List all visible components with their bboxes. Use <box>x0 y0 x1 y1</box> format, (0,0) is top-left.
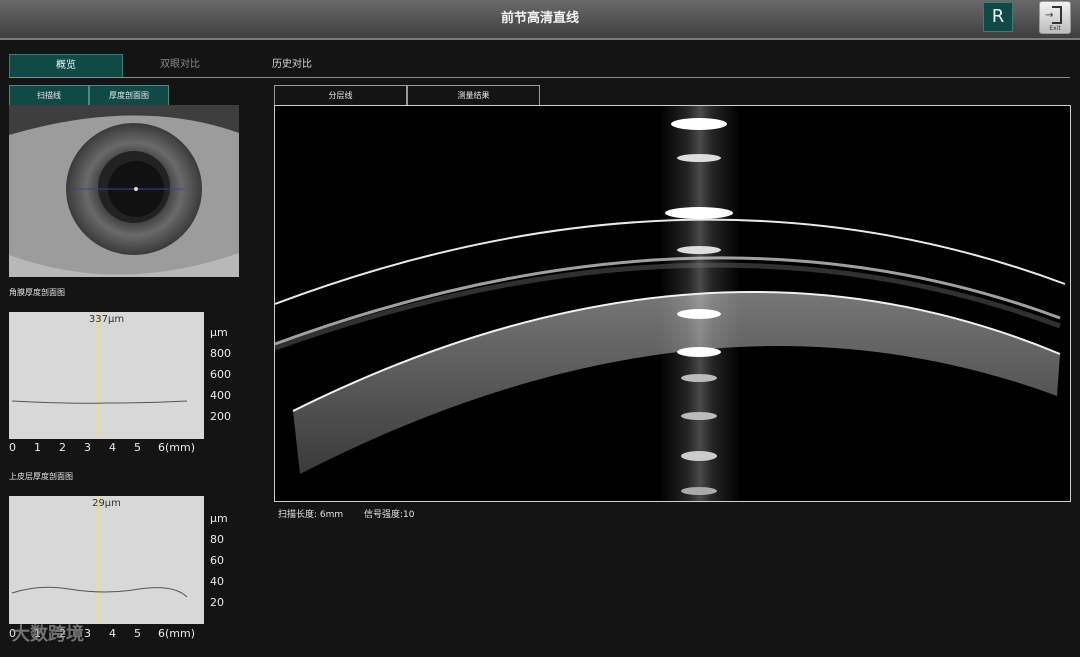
tab-binocular-compare[interactable]: 双眼对比 <box>127 54 233 76</box>
eye-scan-image <box>9 105 239 277</box>
epi-thickness-plot: 29μm <box>9 496 204 624</box>
scan-length-label: 扫描长度: 6mm <box>278 510 344 520</box>
cornea-x-tick: 4 <box>109 441 116 454</box>
epi-y-unit: μm <box>210 512 228 525</box>
exit-door-icon <box>1052 6 1062 24</box>
cornea-y-tick: 600 <box>210 368 231 381</box>
cornea-x-tick: 3 <box>84 441 91 454</box>
oct-cornea-illustration <box>275 106 1070 501</box>
watermark: 大数跨境 <box>12 624 84 645</box>
subtab-measurement-results[interactable]: 测量结果 <box>407 85 540 107</box>
epi-y-tick: 40 <box>210 575 224 588</box>
epi-y-tick: 80 <box>210 533 224 546</box>
report-button[interactable]: R <box>983 2 1013 32</box>
cornea-y-tick: 400 <box>210 389 231 402</box>
epi-x-tick: 4 <box>109 627 116 640</box>
tab-history-compare[interactable]: 历史对比 <box>239 54 345 76</box>
cornea-x-tick: 5 <box>134 441 141 454</box>
epi-x-tick: 3 <box>84 627 91 640</box>
eye-illustration <box>9 105 239 277</box>
epi-x-tick: 6(mm) <box>158 627 196 640</box>
epi-profile-curve <box>11 586 188 598</box>
cornea-y-tick: 200 <box>210 410 231 423</box>
epi-chart-title: 上皮层厚度剖面图 <box>9 472 73 481</box>
cornea-x-tick: 0 <box>9 441 16 454</box>
cornea-chart-title: 角膜厚度剖面图 <box>9 288 65 297</box>
epi-y-tick: 60 <box>210 554 224 567</box>
signal-strength-label: 信号强度:10 <box>364 510 415 520</box>
subtab-scan-line[interactable]: 扫描线 <box>9 85 89 107</box>
cornea-x-tick: 1 <box>34 441 41 454</box>
cornea-x-tick: 6(mm) <box>158 441 196 454</box>
epi-y-tick: 20 <box>210 596 224 609</box>
tab-divider <box>9 77 1070 78</box>
exit-arrow-icon: → <box>1045 10 1054 21</box>
exit-button[interactable]: → Exit <box>1039 1 1071 34</box>
oct-scan-image <box>274 105 1071 502</box>
exit-label: Exit <box>1049 25 1061 32</box>
subtab-thickness-profile[interactable]: 厚度剖面图 <box>89 85 169 107</box>
epi-x-tick: 5 <box>134 627 141 640</box>
tab-overview[interactable]: 概览 <box>9 54 123 78</box>
subtab-layer-lines[interactable]: 分层线 <box>274 85 407 107</box>
cornea-profile-curve <box>11 400 188 404</box>
window-title: 前节高清直线 <box>500 11 579 26</box>
cornea-y-tick: 800 <box>210 347 231 360</box>
title-bar: 前节高清直线 R → Exit <box>0 0 1080 40</box>
cornea-x-tick: 2 <box>59 441 66 454</box>
cornea-y-unit: μm <box>210 326 228 339</box>
cornea-thickness-plot: 337μm <box>9 312 204 439</box>
